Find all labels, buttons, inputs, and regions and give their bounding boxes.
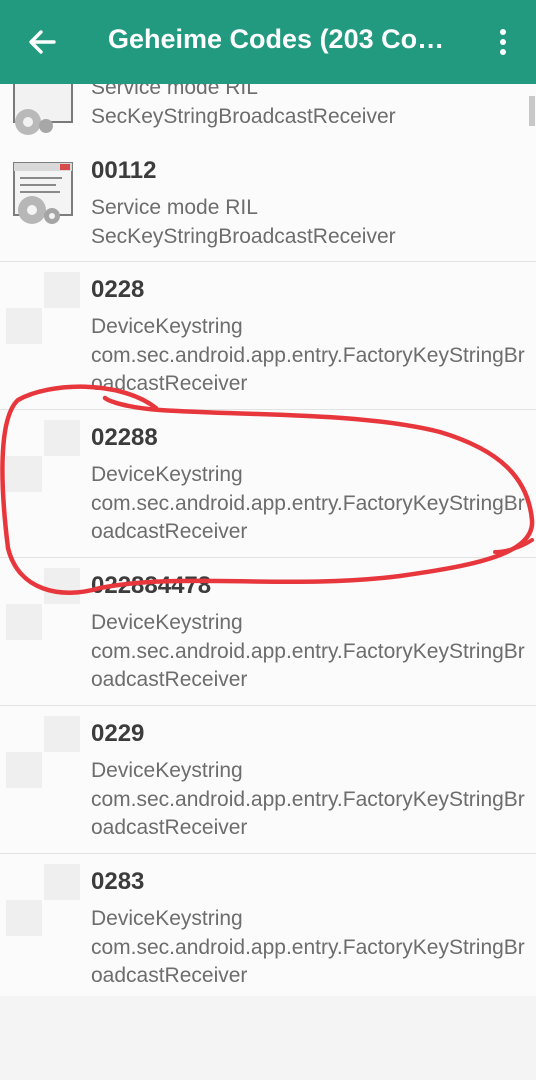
placeholder-icon bbox=[6, 716, 82, 792]
list-item[interactable]: 0229 DeviceKeystring com.sec.android.app… bbox=[0, 706, 536, 854]
item-receiver: com.sec.android.app.entry.FactoryKeyStri… bbox=[91, 491, 525, 544]
placeholder-icon bbox=[6, 272, 82, 348]
placeholder-icon bbox=[6, 864, 82, 940]
settings-window-icon bbox=[6, 158, 78, 230]
item-code: 0229 bbox=[91, 720, 145, 747]
item-code: 0228 bbox=[91, 276, 145, 303]
empty-area bbox=[0, 996, 536, 1080]
item-type: DeviceKeystring bbox=[91, 463, 243, 486]
item-type: Service mode RIL bbox=[91, 84, 258, 99]
more-vert-icon[interactable] bbox=[488, 24, 518, 60]
codes-list[interactable]: Service mode RIL SecKeyStringBroadcastRe… bbox=[0, 84, 536, 996]
item-receiver: com.sec.android.app.entry.FactoryKeyStri… bbox=[91, 787, 525, 840]
item-type: DeviceKeystring bbox=[91, 759, 243, 782]
list-item[interactable]: 00112 Service mode RIL SecKeyStringBroad… bbox=[0, 142, 536, 262]
item-type: Service mode RIL bbox=[91, 196, 258, 219]
list-item[interactable]: Service mode RIL SecKeyStringBroadcastRe… bbox=[0, 84, 536, 143]
item-code: 02288 bbox=[91, 424, 158, 451]
list-item[interactable]: 0228 DeviceKeystring com.sec.android.app… bbox=[0, 262, 536, 410]
list-item[interactable]: 022884478 DeviceKeystring com.sec.androi… bbox=[0, 558, 536, 706]
list-item[interactable]: 02288 DeviceKeystring com.sec.android.ap… bbox=[0, 410, 536, 558]
page-title: Geheime Codes (203 Codes) bbox=[108, 24, 458, 54]
arrow-back-icon[interactable] bbox=[20, 22, 64, 62]
scrollbar-thumb[interactable] bbox=[529, 96, 535, 126]
item-code: 0283 bbox=[91, 868, 145, 895]
list-item[interactable]: 0283 DeviceKeystring com.sec.android.app… bbox=[0, 854, 536, 996]
item-receiver: SecKeyStringBroadcastReceiver bbox=[91, 104, 396, 128]
item-code: 022884478 bbox=[91, 572, 212, 599]
item-receiver: com.sec.android.app.entry.FactoryKeyStri… bbox=[91, 343, 525, 396]
item-receiver: com.sec.android.app.entry.FactoryKeyStri… bbox=[91, 935, 525, 988]
item-code: 00112 bbox=[91, 157, 157, 184]
app-bar: Geheime Codes (203 Codes) bbox=[0, 0, 536, 84]
settings-window-icon bbox=[6, 84, 78, 140]
placeholder-icon bbox=[6, 420, 82, 496]
item-receiver: SecKeyStringBroadcastReceiver bbox=[91, 224, 396, 248]
item-type: DeviceKeystring bbox=[91, 907, 243, 930]
placeholder-icon bbox=[6, 568, 82, 644]
item-type: DeviceKeystring bbox=[91, 611, 243, 634]
item-type: DeviceKeystring bbox=[91, 315, 243, 338]
item-receiver: com.sec.android.app.entry.FactoryKeyStri… bbox=[91, 639, 525, 692]
